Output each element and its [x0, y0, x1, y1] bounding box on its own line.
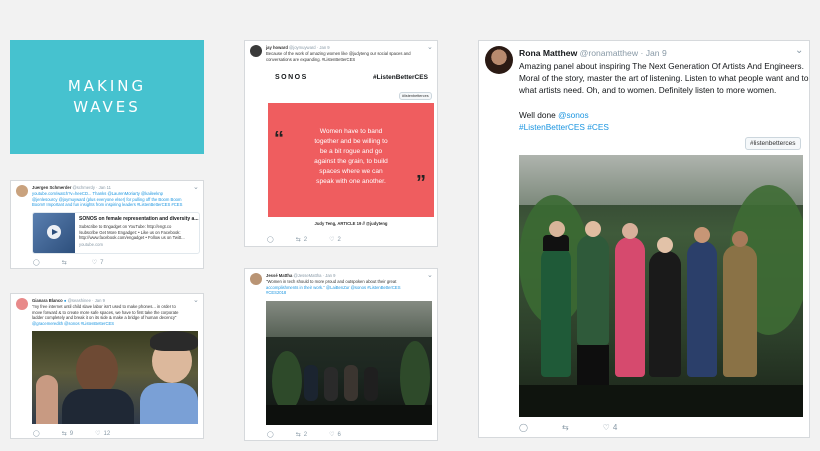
quote-line: together and be willing to	[314, 138, 388, 145]
author-name[interactable]: Jessé Mattha	[266, 273, 292, 278]
tweet-date[interactable]: Jan 9	[319, 45, 329, 50]
author-name[interactable]: Juergen Schmerder	[32, 185, 71, 190]
heart-icon[interactable]: ♡	[92, 259, 97, 266]
reply-icon[interactable]: ◯	[267, 236, 274, 243]
author-handle[interactable]: @schmerdy	[73, 185, 95, 190]
tweet-actions: ◯ ⇆ ♡ 7	[33, 259, 104, 267]
like-count: 2	[337, 236, 341, 243]
chevron-down-icon[interactable]: ⌄	[427, 43, 433, 51]
reply-icon[interactable]: ◯	[33, 430, 40, 437]
tweet-card-jesse[interactable]: Jessé Mattha @JesseMattha · Jan 9 ⌄ "Wom…	[244, 268, 438, 441]
tweet-date[interactable]: Jan 9	[646, 48, 667, 58]
tweet-card-jay[interactable]: jay howard @joymuyward · Jan 9 ⌄ Because…	[244, 40, 438, 247]
author-handle[interactable]: @seashinee	[68, 298, 91, 303]
quote-line: against the grain, to build	[314, 158, 388, 165]
verified-icon: ●	[63, 298, 67, 303]
chevron-down-icon[interactable]: ⌄	[795, 45, 803, 56]
tweet-card-juergen[interactable]: Juergen Schmerder @schmerdy · Jan 11 ⌄ y…	[10, 180, 204, 269]
hashtag-pill[interactable]: #listenbetterces	[399, 92, 432, 100]
hashtag-pill[interactable]: #listenbetterces	[745, 137, 801, 150]
retweet-icon[interactable]: ⇆	[296, 431, 301, 438]
tweet-date[interactable]: Jan 9	[95, 298, 105, 303]
sonos-banner[interactable]: SONOS #ListenBetterCES	[265, 66, 433, 90]
like-count: 6	[337, 431, 341, 438]
heart-icon[interactable]: ♡	[95, 430, 100, 437]
author-name[interactable]: jay howard	[266, 45, 288, 50]
quote-line: be a bit rogue and go	[319, 148, 383, 155]
mention-link[interactable]: @sonos	[558, 110, 589, 120]
banner-hashtag: #ListenBetterCES	[373, 74, 428, 81]
tweet-text-line: what artists need. Oh, and to women. Def…	[519, 85, 777, 96]
video-title[interactable]: SONOS on female representation and diver…	[79, 216, 198, 222]
quote-line: speak with one another.	[316, 178, 386, 185]
retweet-icon[interactable]: ⇆	[62, 430, 67, 437]
tweet-date[interactable]: Jan 11	[99, 185, 111, 190]
hashtag-link[interactable]: #ListenBetterCES	[519, 122, 585, 132]
like-count: 12	[103, 430, 111, 437]
tweet-card-rona[interactable]: Rona Matthew @ronamatthew · Jan 9 ⌄ Amaz…	[478, 40, 810, 438]
retweet-icon[interactable]: ⇆	[562, 423, 569, 432]
tweet-card-gianara[interactable]: Gianara Blanco ● @seashinee · Jan 9 ⌄ "m…	[10, 293, 204, 439]
quote-attribution: Judy Teng, ARTICLE 19 // @judyteng	[314, 221, 388, 226]
author-name[interactable]: Rona Matthew	[519, 48, 577, 58]
tweet-text-line: Moral of the story, master the art of li…	[519, 73, 809, 84]
quote-line: Women have to band	[319, 128, 383, 135]
tweet-actions: ◯ ⇆ 2 ♡ 6	[267, 431, 341, 439]
tweet-text-line: @gracemeredith @sonos #ListenBetterCES	[32, 320, 115, 326]
tweet-date[interactable]: Jan 9	[325, 273, 335, 278]
chevron-down-icon[interactable]: ⌄	[427, 271, 433, 279]
retweet-icon[interactable]: ⇆	[62, 259, 67, 266]
author-handle[interactable]: @ronamatthew	[580, 48, 638, 58]
logo-line-2: WAVES	[73, 98, 141, 116]
play-icon[interactable]	[47, 225, 61, 239]
video-desc-line: http://www.facebook.com/engadget • Follo…	[79, 235, 185, 240]
avatar[interactable]	[16, 185, 28, 197]
reply-icon[interactable]: ◯	[519, 423, 528, 432]
avatar[interactable]	[250, 45, 262, 57]
tweet-actions: ◯ ⇆ 9 ♡ 12	[33, 430, 111, 438]
reply-icon[interactable]: ◯	[33, 259, 40, 266]
tweet-photo[interactable]	[266, 301, 432, 425]
retweet-count: 9	[69, 430, 74, 437]
video-source: youtube.com	[79, 242, 103, 247]
chevron-down-icon[interactable]: ⌄	[193, 296, 199, 304]
making-waves-logo: MAKING WAVES	[10, 40, 204, 154]
quote-card[interactable]: “ ” Women have to band together and be w…	[268, 103, 434, 217]
heart-icon[interactable]: ♡	[603, 423, 610, 432]
hashtag-link[interactable]: #CES	[587, 122, 609, 132]
tweet-photo[interactable]	[519, 155, 803, 417]
author-handle[interactable]: @joymuyward	[289, 45, 316, 50]
avatar[interactable]	[16, 298, 28, 310]
tweet-text-line: conversations are expanding. #ListenBett…	[266, 56, 356, 62]
tweet-text-line: #CES2018	[266, 290, 287, 295]
banner-brand: SONOS	[275, 74, 308, 81]
reply-icon[interactable]: ◯	[267, 431, 274, 438]
chevron-down-icon[interactable]: ⌄	[193, 183, 199, 191]
retweet-count: 2	[303, 236, 308, 243]
quote-line: spaces where we can	[319, 168, 383, 175]
video-thumbnail[interactable]	[33, 213, 75, 253]
logo-line-1: MAKING	[67, 77, 147, 95]
avatar[interactable]	[485, 46, 513, 74]
retweet-count: 2	[303, 431, 308, 438]
heart-icon[interactable]: ♡	[329, 236, 334, 243]
video-card[interactable]: SONOS on female representation and diver…	[32, 212, 200, 254]
tweet-text-line: Boom!! Important and fun insights from i…	[32, 202, 183, 207]
retweet-icon[interactable]: ⇆	[296, 236, 301, 243]
done-text: Well done	[519, 109, 559, 120]
author-handle[interactable]: @JesseMattha	[293, 273, 321, 278]
avatar[interactable]	[250, 273, 262, 285]
tweet-photo[interactable]	[32, 331, 198, 424]
tweet-text-line: Amazing panel about inspiring The Next G…	[519, 61, 804, 71]
tweet-actions: ◯ ⇆ 2 ♡ 2	[267, 236, 341, 244]
tweet-actions: ◯ ⇆ ♡ 4	[519, 423, 617, 432]
like-count: 7	[100, 259, 104, 266]
like-count: 4	[612, 423, 618, 432]
heart-icon[interactable]: ♡	[329, 431, 334, 438]
author-name[interactable]: Gianara Blanco	[32, 298, 63, 303]
